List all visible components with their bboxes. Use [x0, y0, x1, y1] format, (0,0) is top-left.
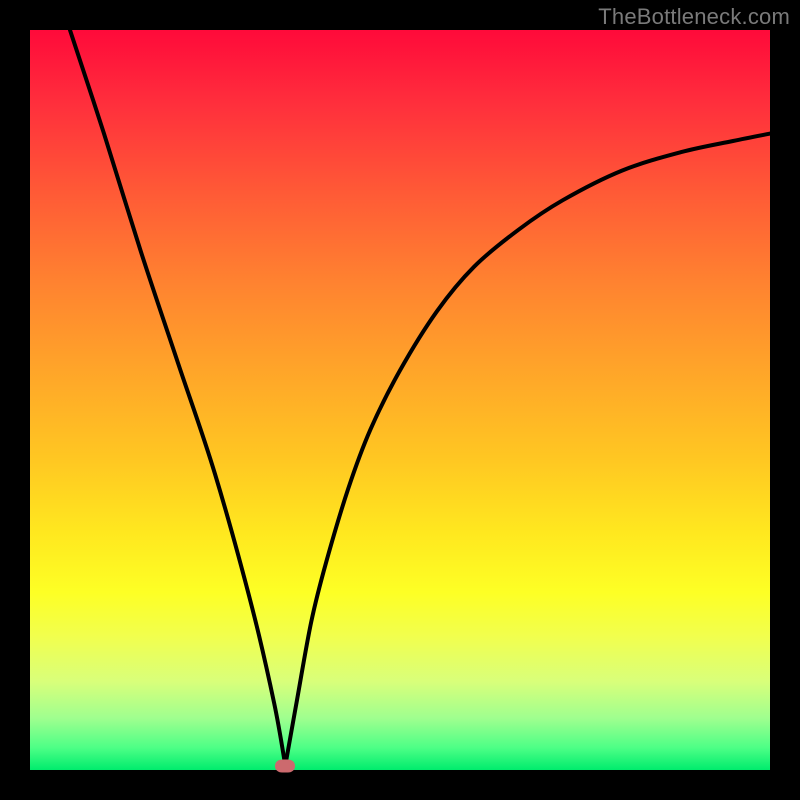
watermark-text: TheBottleneck.com [598, 4, 790, 30]
curve-right-branch [285, 134, 770, 766]
chart-frame: TheBottleneck.com [0, 0, 800, 800]
curve-left-branch [70, 30, 285, 766]
plot-area [30, 30, 770, 770]
curve-svg [30, 30, 770, 770]
minimum-marker [275, 759, 295, 772]
